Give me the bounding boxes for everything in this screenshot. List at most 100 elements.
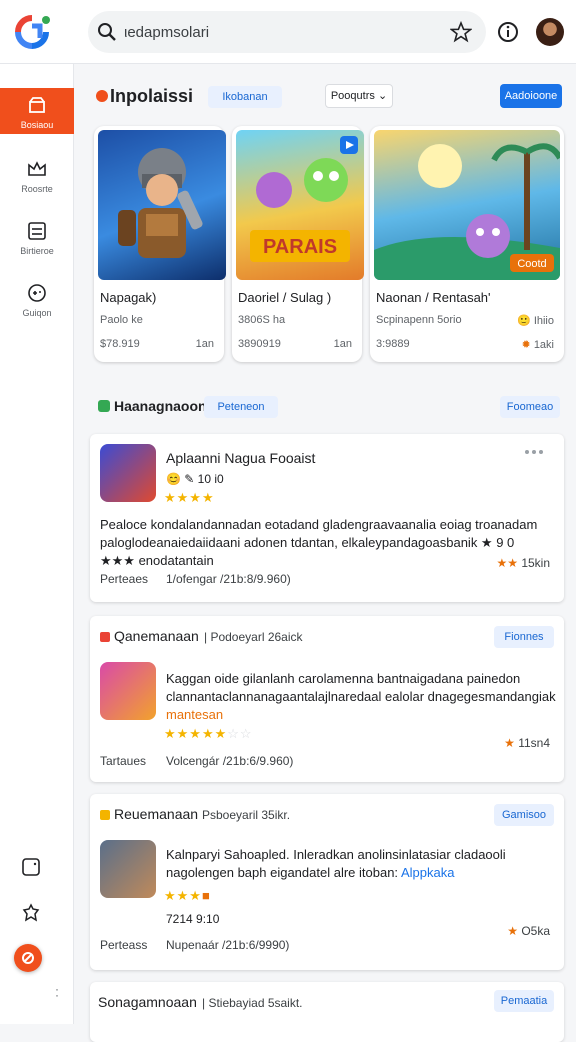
review-section-title: Sonagamnoaan <box>98 994 197 1010</box>
review-section-title: Qanemanaan <box>114 628 199 644</box>
review-rating-value: O5ka <box>521 924 550 938</box>
filter-chip[interactable]: Fionnes <box>494 626 554 648</box>
more-icon[interactable]: · · <box>55 983 59 1001</box>
review-link[interactable]: Alppkaka <box>401 865 454 880</box>
sidebar-item-games[interactable]: Guiqon <box>0 282 74 328</box>
art-label-text: PARAIS <box>263 236 337 258</box>
settings-icon[interactable] <box>20 902 42 924</box>
section-dot-icon <box>100 632 110 642</box>
app-card[interactable]: Cootd Naonan / Rentasah' Scpinapenn 5ori… <box>370 126 564 362</box>
gamepad-icon <box>28 284 46 302</box>
card-rating-secondary-value: Ihiio <box>533 315 554 327</box>
review-author: Perteass <box>100 938 148 952</box>
search-icon <box>98 23 116 41</box>
section-title: Haanagnaoon <box>114 398 207 414</box>
sidebar-item-label: Roosrte <box>21 184 53 194</box>
card-subtitle: Scpinapenn 5orio <box>376 314 462 326</box>
section-title: Inpolaissi <box>110 86 194 106</box>
top-bar <box>0 0 576 64</box>
sidebar-item-label: Birtieroe <box>20 246 54 256</box>
star-icon[interactable] <box>450 21 472 43</box>
review-card[interactable]: Qanemanaan | Podoeyarl 26aick Fionnes Ka… <box>90 616 564 782</box>
dropdown-label: Pooqutrs <box>330 90 375 102</box>
app-art-island: Cootd <box>374 130 560 280</box>
star-rating: ★★★★★☆☆ <box>164 726 253 741</box>
chevron-down-icon: ⌄ <box>377 90 388 102</box>
app-icon <box>100 444 156 502</box>
app-art-cartoon: PARAIS <box>236 130 364 280</box>
island-illustration: Cootd <box>374 143 560 280</box>
filter-chip[interactable]: Pemaatia <box>494 990 554 1012</box>
app-icon <box>100 662 156 720</box>
sidebar-item-store[interactable]: Bosiaou <box>0 88 74 134</box>
card-rating: 1an <box>195 338 214 350</box>
card-rating: 1an <box>333 338 352 350</box>
card-price: 3890919 <box>238 338 281 350</box>
action-button[interactable]: Aadoioone <box>500 84 562 108</box>
list-icon <box>28 222 46 240</box>
store-icon <box>29 97 45 113</box>
star-rating: ★★★■ <box>164 888 211 903</box>
sidebar-item-categories[interactable]: Birtieroe <box>0 220 74 266</box>
review-rating: ★ 11sn4 <box>504 736 550 750</box>
card-title: Napagak) <box>100 290 157 305</box>
cartoon-illustration: PARAIS <box>250 136 358 262</box>
review-author: Tartaues <box>100 754 147 768</box>
review-body: Kalnparyi Sahoapled. Inleradkan anolinsi… <box>166 847 506 880</box>
star-icon: ★★ <box>496 556 518 570</box>
review-section-subtitle: | Stiebayiad 5saikt. <box>202 996 303 1010</box>
filter-chip[interactable]: Gamisoo <box>494 804 554 826</box>
warrior-illustration <box>118 148 203 258</box>
review-card[interactable]: Sonagamnoaan | Stiebayiad 5saikt. Pemaat… <box>90 982 564 1042</box>
brand-icon <box>22 952 34 964</box>
review-section-title: Reuemanaan <box>114 806 199 822</box>
review-date: Nupenaár /21b:6/9990) <box>166 938 290 952</box>
flame-icon: ✹ <box>521 339 531 351</box>
card-price: 3:9889 <box>376 338 410 350</box>
review-card[interactable]: Reuemanaan Psboeyaril 35ikr. Gamisoo Kal… <box>90 794 564 970</box>
review-section-subtitle: | Podoeyarl 26aick <box>204 630 303 644</box>
card-rating-secondary: 🙂 Ihiio <box>517 314 554 327</box>
more-chip[interactable]: Foomeao <box>500 396 560 418</box>
review-rating: ★ O5ka <box>507 924 550 938</box>
search-input[interactable] <box>124 19 424 45</box>
card-badge: Cootd <box>517 258 546 270</box>
star-rating: ★★★★ <box>164 490 215 505</box>
review-text: Kaggan oide gilanlanh carolamenna bantna… <box>166 671 556 704</box>
review-rating-value: 11sn4 <box>518 736 550 750</box>
card-subtitle: Paolo ke <box>100 314 143 326</box>
review-date: Volcengár /21b:6/9.960) <box>166 754 294 768</box>
section-header-featured: Inpolaissi Ikobanan Pooqutrs ⌄ Aadoioone <box>74 84 576 114</box>
sidebar-item-label: Guiqon <box>22 308 52 318</box>
review-highlight: mantesan <box>166 707 224 722</box>
app-logo[interactable] <box>12 12 52 52</box>
review-card[interactable]: Aplaanni Nagua Fooaist 😊 ✎ 10 i0 ★★★★ Pe… <box>90 434 564 602</box>
review-text: Kalnparyi Sahoapled. Inleradkan anolinsi… <box>166 846 556 882</box>
card-rating: ✹ 1aki <box>522 338 554 351</box>
section-dot-icon <box>98 400 110 412</box>
sort-dropdown[interactable]: Pooqutrs ⌄ <box>325 84 393 108</box>
create-button[interactable] <box>14 944 42 972</box>
app-card[interactable]: PARAIS Daoriel / Sulag ) 3806S ha 389091… <box>232 126 364 362</box>
card-title: Naonan / Rentasah' <box>376 290 491 305</box>
sidebar: Bosiaou Roosrte Birtieroe Guiqon · · <box>0 64 74 1024</box>
section-dot-icon <box>100 810 110 820</box>
card-rating-value: 1aki <box>533 339 554 351</box>
crown-icon <box>28 161 46 176</box>
review-author: Perteaes <box>100 572 149 586</box>
avatar[interactable] <box>536 18 564 46</box>
info-icon[interactable] <box>496 20 520 44</box>
more-options-icon[interactable] <box>524 448 544 456</box>
review-rating: ★★ 15kin <box>496 556 550 570</box>
square-icon[interactable] <box>20 856 42 878</box>
meta-line: 7214 9:10 <box>166 912 220 926</box>
sidebar-item-top[interactable]: Roosrte <box>0 158 74 204</box>
review-rating-value: 15kin <box>521 556 550 570</box>
search-bar[interactable] <box>88 11 486 53</box>
filter-chip[interactable]: Peteneon <box>204 396 278 418</box>
section-header-reviews: Haanagnaoon Peteneon Foomeao <box>74 394 576 424</box>
emoji-icon: 🙂 <box>517 315 531 327</box>
app-title: Aplaanni Nagua Fooaist <box>166 450 316 466</box>
filter-chip[interactable]: Ikobanan <box>208 86 282 108</box>
app-card[interactable]: Napagak) Paolo ke $78.919 1an <box>94 126 226 362</box>
